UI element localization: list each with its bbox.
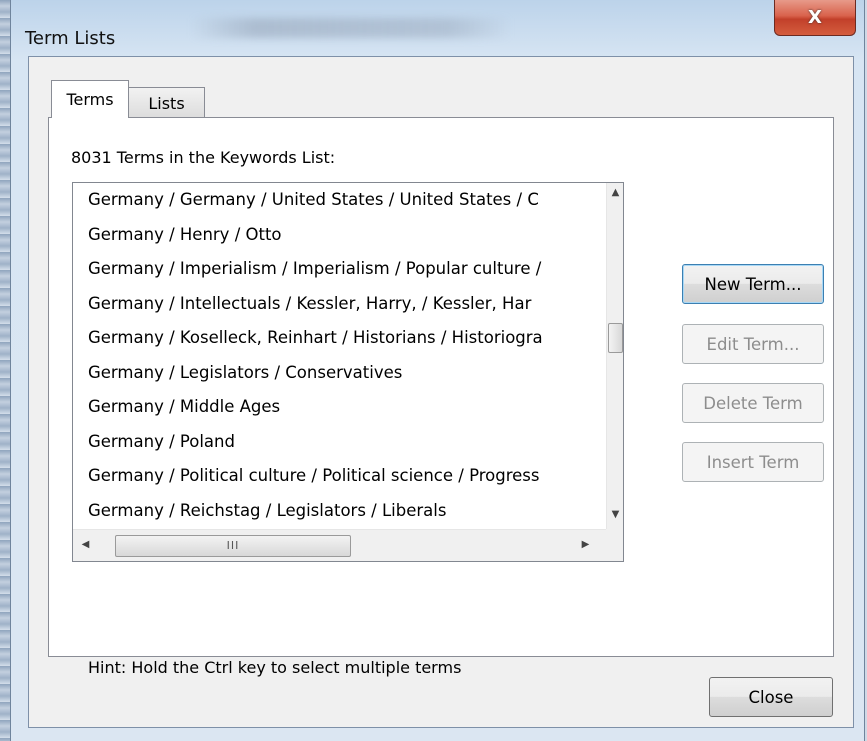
insert-term-button-label: Insert Term — [706, 452, 800, 472]
scrollbar-corner — [606, 529, 623, 561]
tab-lists[interactable]: Lists — [128, 87, 205, 119]
scroll-down-arrow-icon[interactable]: ▼ — [607, 509, 623, 520]
window-title: Term Lists — [25, 28, 116, 49]
delete-term-button[interactable]: Delete Term — [682, 383, 824, 423]
background-window-edge — [0, 0, 10, 741]
terms-tab-panel: 8031 Terms in the Keywords List: Germany… — [48, 117, 834, 677]
insert-term-button[interactable]: Insert Term — [682, 442, 824, 482]
edit-term-button-label: Edit Term... — [706, 334, 800, 354]
term-lists-dialog: Term Lists X Terms Lists 8031 Terms in t… — [10, 0, 865, 741]
list-item[interactable]: Germany / Henry / Otto — [73, 218, 607, 253]
list-item[interactable]: Germany / Political culture / Political … — [73, 459, 607, 494]
terms-count-label: 8031 Terms in the Keywords List: — [71, 148, 336, 167]
close-button[interactable]: Close — [709, 677, 833, 717]
scroll-up-arrow-icon[interactable]: ▲ — [607, 187, 623, 198]
vertical-scrollbar[interactable]: ▲ ▼ — [606, 183, 623, 529]
list-item[interactable]: Germany / Reichstag / Legislators / Libe… — [73, 494, 607, 529]
new-term-button[interactable]: New Term... — [682, 264, 824, 304]
close-button-label: Close — [748, 687, 794, 707]
list-item[interactable]: Germany / Germany / United States / Unit… — [73, 183, 607, 218]
horizontal-scrollbar[interactable]: ◀ III ▶ — [73, 529, 607, 561]
new-term-button-label: New Term... — [704, 274, 802, 294]
list-item[interactable]: Germany / Poland — [73, 425, 607, 460]
selection-hint: Hint: Hold the Ctrl key to select multip… — [88, 658, 462, 677]
scroll-right-arrow-icon[interactable]: ▶ — [577, 539, 594, 550]
list-item[interactable]: Germany / Legislators / Conservatives — [73, 356, 607, 391]
tab-terms-label: Terms — [66, 90, 114, 109]
tab-lists-label: Lists — [148, 93, 185, 113]
scroll-left-arrow-icon[interactable]: ◀ — [77, 539, 94, 550]
tab-terms[interactable]: Terms — [51, 80, 129, 118]
list-item[interactable]: Germany / Intellectuals / Kessler, Harry… — [73, 287, 607, 322]
edit-term-button[interactable]: Edit Term... — [682, 324, 824, 364]
horizontal-scroll-thumb[interactable]: III — [115, 535, 351, 557]
title-background-blur — [191, 18, 511, 38]
dialog-client-area: Terms Lists 8031 Terms in the Keywords L… — [28, 56, 854, 728]
terms-listbox[interactable]: Germany / Germany / United States / Unit… — [72, 182, 624, 562]
list-item[interactable]: Germany / Koselleck, Reinhart / Historia… — [73, 321, 607, 356]
list-item[interactable]: Germany / Imperialism / Imperialism / Po… — [73, 252, 607, 287]
delete-term-button-label: Delete Term — [703, 393, 803, 413]
terms-list-items: Germany / Germany / United States / Unit… — [73, 183, 607, 529]
scroll-thumb-grip: III — [226, 539, 240, 552]
close-icon: X — [808, 7, 822, 28]
window-close-button[interactable]: X — [774, 0, 856, 36]
vertical-scroll-thumb[interactable] — [608, 323, 623, 353]
list-item[interactable]: Germany / Middle Ages — [73, 390, 607, 425]
